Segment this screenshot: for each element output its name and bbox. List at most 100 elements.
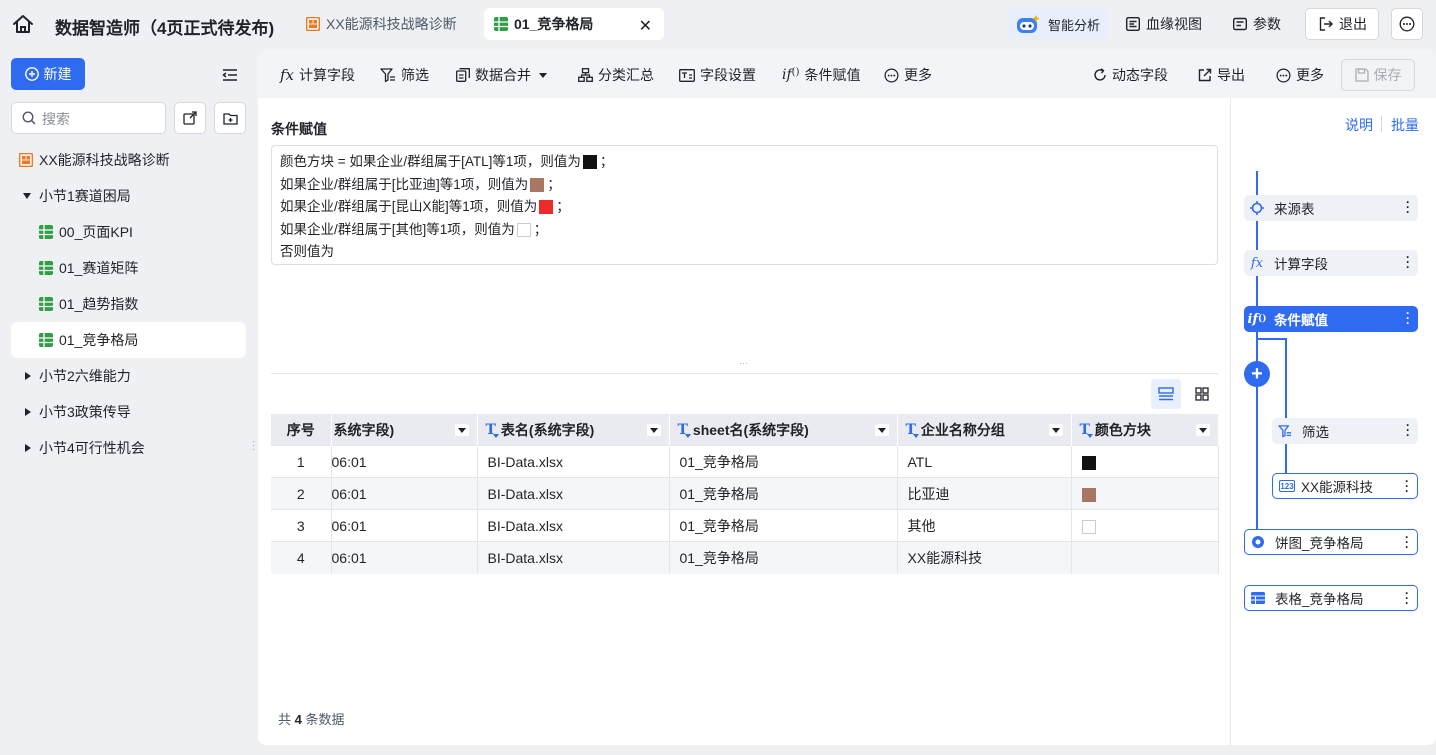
flow-node-number-output[interactable]: 123 XX能源科技 · · · xyxy=(1272,473,1418,499)
export-label: 导出 xyxy=(1217,67,1245,83)
tree-section-4[interactable]: 小节4可行性机会 xyxy=(11,430,246,466)
column-header-company-group[interactable]: T 企业名称分组 xyxy=(897,414,1072,446)
table-view-toggle[interactable] xyxy=(1151,379,1181,409)
column-label: 序号 xyxy=(286,421,315,438)
tree-section-3[interactable]: 小节3政策传导 xyxy=(11,394,246,430)
ai-analysis-button[interactable]: 智能分析 xyxy=(1008,8,1108,40)
kebab-menu-icon[interactable]: · · · xyxy=(1405,587,1409,609)
tree-page-competition[interactable]: 01_竞争格局 xyxy=(11,322,246,358)
tree-page-track-matrix[interactable]: 01_赛道矩阵 xyxy=(11,250,246,286)
parameter-button[interactable]: 参数 xyxy=(1233,8,1281,40)
chevron-down-icon xyxy=(539,72,547,78)
table-cell-time: 06:01 xyxy=(331,445,478,478)
flow-node-source-table[interactable]: 来源表 · · · xyxy=(1244,195,1418,221)
cell-text: 比亚迪 xyxy=(907,485,950,502)
column-header-system-field[interactable]: 系统字段) xyxy=(331,414,478,446)
table-cell-color xyxy=(1071,445,1219,478)
table-row[interactable]: 2 06:01 BI-Data.xlsx 01_竞争格局 比亚迪 xyxy=(271,477,1219,510)
add-folder-button[interactable] xyxy=(214,102,246,134)
dynamic-field-button[interactable]: 动态字段 xyxy=(1093,64,1168,86)
color-swatch[interactable] xyxy=(530,177,545,192)
tree-root-dashboard[interactable]: XX能源科技战略诊断 xyxy=(11,142,246,178)
column-menu-icon[interactable] xyxy=(646,424,661,436)
table-row[interactable]: 4 06:01 BI-Data.xlsx 01_竞争格局 XX能源科技 xyxy=(271,541,1219,574)
cell-text: 06:01 xyxy=(331,517,367,534)
table-row[interactable]: 1 06:01 BI-Data.xlsx 01_竞争格局 ATL xyxy=(271,445,1219,478)
new-button[interactable]: 新建 xyxy=(11,58,85,90)
tree-section-2[interactable]: 小节2六维能力 xyxy=(11,358,246,394)
kebab-menu-icon[interactable]: · · · xyxy=(1406,196,1410,218)
column-menu-icon[interactable] xyxy=(454,424,469,436)
text-type-icon: T xyxy=(485,421,500,438)
exit-button[interactable]: 退出 xyxy=(1305,8,1379,40)
more-right-button[interactable]: 更多 xyxy=(1276,64,1324,86)
color-swatch[interactable] xyxy=(539,200,554,215)
kebab-menu-icon[interactable]: · · · xyxy=(1405,531,1409,553)
flow-node-pie-chart[interactable]: 饼图_竞争格局 · · · xyxy=(1244,529,1418,555)
color-swatch[interactable] xyxy=(516,222,531,237)
cell-text: 4 xyxy=(296,549,305,566)
cell-text: 2 xyxy=(296,485,305,502)
close-icon[interactable]: ✕ xyxy=(639,16,652,36)
color-swatch[interactable] xyxy=(582,155,597,170)
kebab-menu-icon[interactable]: · · · xyxy=(1405,475,1409,497)
kebab-menu-icon[interactable]: · · · xyxy=(1406,419,1410,441)
collapse-sidebar-icon[interactable] xyxy=(222,68,238,82)
batch-link[interactable]: 批量 xyxy=(1391,115,1419,135)
number-card-icon: 123 xyxy=(1279,480,1295,492)
tree-section-1[interactable]: 小节1赛道困局 xyxy=(11,178,246,214)
kebab-menu-icon[interactable]: · · · xyxy=(1406,307,1410,329)
tree-page-kpi[interactable]: 00_页面KPI xyxy=(11,214,246,250)
conditional-assign-button[interactable]: if() 条件赋值 xyxy=(782,64,860,86)
more-options-button[interactable] xyxy=(1391,8,1423,40)
home-icon[interactable] xyxy=(12,14,34,34)
column-header-sheet-name[interactable]: Tsheet名(系统字段) xyxy=(669,414,898,446)
tree-root-label: XX能源科技战略诊断 xyxy=(39,152,170,168)
flow-node-label: 饼图_竞争格局 xyxy=(1275,536,1364,551)
cell-text: BI-Data.xlsx xyxy=(487,549,563,566)
section-label: 小节3政策传导 xyxy=(39,404,131,420)
lineage-view-button[interactable]: 血缘视图 xyxy=(1126,8,1202,40)
more-tools-button[interactable]: 更多 xyxy=(884,64,932,86)
search-input[interactable] xyxy=(42,109,160,129)
kebab-menu-icon[interactable]: · · · xyxy=(1406,251,1410,273)
table-cell-group: 其他 xyxy=(897,509,1072,542)
column-label: 表名(系统字段) xyxy=(500,421,595,438)
column-menu-icon[interactable] xyxy=(1048,424,1063,436)
flow-node-calc-field[interactable]: fx 计算字段 · · · xyxy=(1244,250,1418,276)
export-button[interactable]: 导出 xyxy=(1198,64,1245,86)
table-cell-time: 06:01 xyxy=(331,509,478,542)
open-external-button[interactable] xyxy=(174,102,206,134)
list-view-icon xyxy=(1158,387,1174,401)
grid-view-toggle[interactable] xyxy=(1187,379,1217,409)
field-settings-button[interactable]: 字段设置 xyxy=(679,64,756,86)
column-menu-icon[interactable] xyxy=(874,424,889,436)
tab-strategy-diagnosis[interactable]: XX能源科技战略诊断 xyxy=(296,8,467,40)
flow-node-filter[interactable]: 筛选 · · · xyxy=(1272,418,1418,444)
calc-field-button[interactable]: fx 计算字段 xyxy=(280,64,355,86)
table-icon xyxy=(1245,592,1271,604)
flow-node-conditional-assign[interactable]: if() 条件赋值 · · · xyxy=(1244,306,1418,332)
help-link[interactable]: 说明 xyxy=(1345,115,1373,135)
add-step-button[interactable]: + xyxy=(1244,361,1270,387)
group-summary-button[interactable]: 分类汇总 xyxy=(578,64,654,86)
formula-editor[interactable]: 颜色方块 = 如果企业/群组属于[ATL]等1项，则值为；如果企业/群组属于[比… xyxy=(271,145,1218,265)
formula-line: 如果企业/群组属于[昆山X能]等1项，则值为 ； xyxy=(280,196,1209,219)
data-merge-button[interactable]: 数据合并 xyxy=(456,64,547,86)
column-header-table-name[interactable]: T 表名(系统字段) xyxy=(477,414,670,446)
sheet-icon xyxy=(39,333,53,347)
column-menu-icon[interactable] xyxy=(1195,424,1210,436)
formula-text: 如果企业/群组属于[比亚迪]等1项，则值为 xyxy=(280,176,529,192)
resize-handle[interactable]: · · · xyxy=(252,437,255,455)
tab-competition[interactable]: 01_竞争格局 ✕ xyxy=(484,8,664,40)
exit-label: 退出 xyxy=(1339,16,1367,32)
filter-button[interactable]: 筛选 xyxy=(380,64,429,86)
calc-field-label: 计算字段 xyxy=(299,67,356,83)
column-label: 系统字段) xyxy=(333,421,395,438)
splitter-handle[interactable]: ··· xyxy=(739,358,748,368)
save-button[interactable]: 保存 xyxy=(1341,59,1415,91)
tree-page-trend-index[interactable]: 01_趋势指数 xyxy=(11,286,246,322)
column-header-color-block[interactable]: T 颜色方块 xyxy=(1071,414,1219,446)
table-row[interactable]: 3 06:01 BI-Data.xlsx 01_竞争格局 其他 xyxy=(271,509,1219,542)
flow-node-table[interactable]: 表格_竞争格局 · · · xyxy=(1244,585,1418,611)
